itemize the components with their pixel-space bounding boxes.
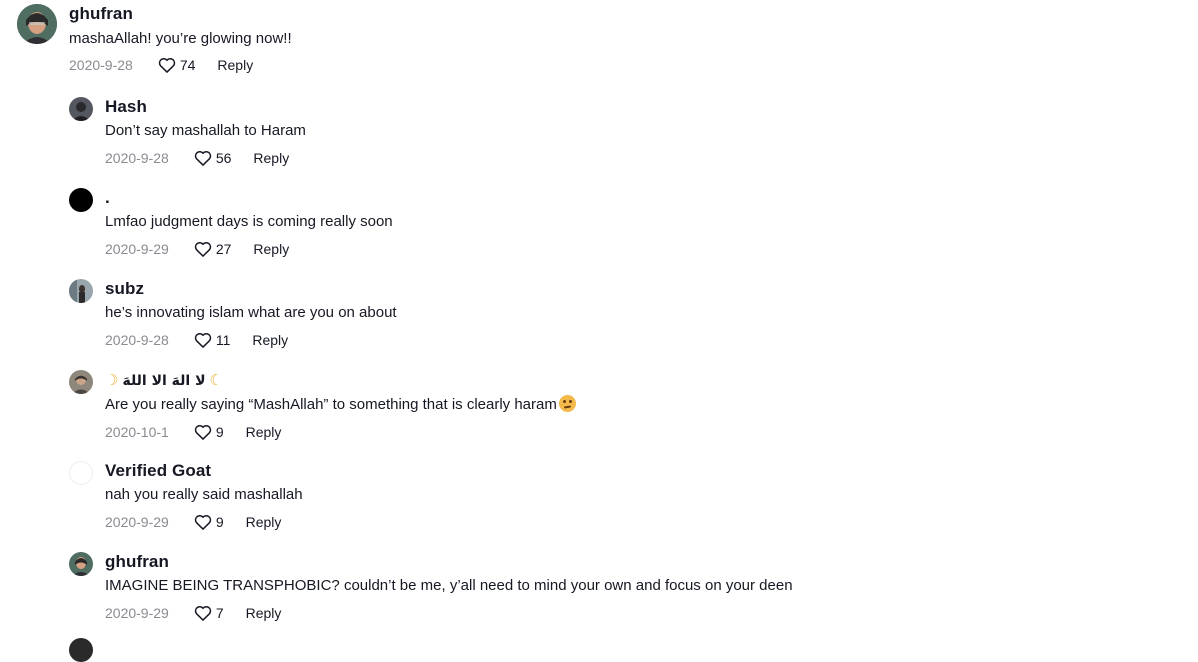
avatar[interactable] xyxy=(69,461,93,485)
comment-username[interactable]: subz xyxy=(105,279,397,299)
reply-button[interactable]: Reply xyxy=(246,514,282,530)
heart-outline-icon xyxy=(158,57,176,73)
like-count: 9 xyxy=(215,424,224,440)
confused-face-emoji-icon xyxy=(558,395,576,412)
comment-date: 2020-9-29 xyxy=(105,514,169,530)
avatar-image xyxy=(69,279,93,303)
avatar[interactable] xyxy=(69,188,93,212)
like-count: 56 xyxy=(215,150,232,166)
avatar-image xyxy=(69,370,93,394)
like-button[interactable]: 56 xyxy=(193,148,232,168)
avatar[interactable] xyxy=(69,97,93,121)
comment-date: 2020-9-28 xyxy=(105,332,169,348)
crescent-moon-icon: ☾ xyxy=(209,372,223,389)
comment-meta: 2020-9-28 11 Reply xyxy=(105,329,397,351)
reply-button[interactable]: Reply xyxy=(217,57,253,73)
like-count: 11 xyxy=(215,332,231,348)
reply-item: Verified Goat nah you really said mashal… xyxy=(69,461,303,533)
reply-button[interactable]: Reply xyxy=(246,424,282,440)
comment-text: he’s innovating islam what are you on ab… xyxy=(105,304,397,321)
comment-meta: 2020-10-1 9 Reply xyxy=(105,421,576,443)
comment-body: ghufran mashaAllah! you’re glowing now!!… xyxy=(69,4,292,76)
reply-button[interactable]: Reply xyxy=(253,150,289,166)
like-count: 7 xyxy=(215,605,224,621)
comment-meta: 2020-9-29 27 Reply xyxy=(105,238,393,260)
heart-outline-icon xyxy=(194,424,212,440)
heart-outline-icon xyxy=(194,150,212,166)
comment-date: 2020-10-1 xyxy=(105,424,169,440)
comment-username[interactable]: ☽ لا الهَ الا اللهَ ☾ xyxy=(105,370,576,391)
like-count: 74 xyxy=(179,57,196,73)
like-button[interactable]: 9 xyxy=(193,422,224,442)
comment-text: mashaAllah! you’re glowing now!! xyxy=(69,30,292,47)
comment-text: Lmfao judgment days is coming really soo… xyxy=(105,213,393,230)
comment-body: . Lmfao judgment days is coming really s… xyxy=(105,188,393,260)
reply-item: ghufran IMAGINE BEING TRANSPHOBIC? could… xyxy=(69,552,793,624)
reply-item: subz he’s innovating islam what are you … xyxy=(69,279,397,351)
heart-outline-icon xyxy=(194,605,212,621)
comment-date: 2020-9-28 xyxy=(105,150,169,166)
reply-item: . Lmfao judgment days is coming really s… xyxy=(69,188,393,260)
avatar[interactable] xyxy=(17,4,57,44)
comment-item: ghufran mashaAllah! you’re glowing now!!… xyxy=(17,4,292,76)
avatar[interactable] xyxy=(69,552,93,576)
like-button[interactable]: 9 xyxy=(193,512,224,532)
comment-body: ☽ لا الهَ الا اللهَ ☾ Are you really say… xyxy=(105,370,576,443)
avatar-image xyxy=(69,97,93,121)
like-count: 9 xyxy=(215,514,224,530)
comment-body: Hash Don’t say mashallah to Haram 2020-9… xyxy=(105,97,306,169)
comment-text: IMAGINE BEING TRANSPHOBIC? couldn’t be m… xyxy=(105,577,793,594)
comment-body: subz he’s innovating islam what are you … xyxy=(105,279,397,351)
crescent-moon-icon: ☽ xyxy=(105,372,119,389)
comment-username[interactable]: Verified Goat xyxy=(105,461,303,481)
comment-date: 2020-9-28 xyxy=(69,57,133,73)
reply-button[interactable]: Reply xyxy=(246,605,282,621)
like-button[interactable]: 74 xyxy=(157,55,196,75)
comment-username[interactable]: Hash xyxy=(105,97,306,117)
avatar[interactable] xyxy=(69,370,93,394)
comment-username[interactable]: ghufran xyxy=(69,4,292,24)
comment-meta: 2020-9-28 56 Reply xyxy=(105,147,306,169)
like-button[interactable]: 27 xyxy=(193,239,232,259)
avatar-image xyxy=(17,4,57,44)
like-button[interactable]: 11 xyxy=(193,330,231,350)
like-button[interactable]: 7 xyxy=(193,603,224,623)
like-count: 27 xyxy=(215,241,232,257)
heart-outline-icon xyxy=(194,514,212,530)
reply-button[interactable]: Reply xyxy=(253,241,289,257)
comment-body: Verified Goat nah you really said mashal… xyxy=(105,461,303,533)
comment-date: 2020-9-29 xyxy=(105,605,169,621)
avatar-image xyxy=(69,552,93,576)
avatar[interactable] xyxy=(69,279,93,303)
heart-outline-icon xyxy=(194,241,212,257)
comment-text: nah you really said mashallah xyxy=(105,486,303,503)
comment-username[interactable]: ghufran xyxy=(105,552,793,572)
comment-meta: 2020-9-28 74 Reply xyxy=(69,54,292,76)
comment-meta: 2020-9-29 9 Reply xyxy=(105,511,303,533)
reply-item: Hash Don’t say mashallah to Haram 2020-9… xyxy=(69,97,306,169)
comment-date: 2020-9-29 xyxy=(105,241,169,257)
comment-text: Are you really saying “MashAllah” to som… xyxy=(105,395,576,415)
comment-username[interactable]: . xyxy=(105,188,393,208)
comment-meta: 2020-9-29 7 Reply xyxy=(105,602,793,624)
reply-item: ☽ لا الهَ الا اللهَ ☾ Are you really say… xyxy=(69,370,576,443)
comment-body: ghufran IMAGINE BEING TRANSPHOBIC? could… xyxy=(105,552,793,624)
comment-username-text: لا الهَ الا اللهَ xyxy=(122,373,206,389)
heart-outline-icon xyxy=(194,332,212,348)
comment-text: Don’t say mashallah to Haram xyxy=(105,122,306,139)
reply-button[interactable]: Reply xyxy=(252,332,288,348)
comment-text-content: Are you really saying “MashAllah” to som… xyxy=(105,396,557,413)
